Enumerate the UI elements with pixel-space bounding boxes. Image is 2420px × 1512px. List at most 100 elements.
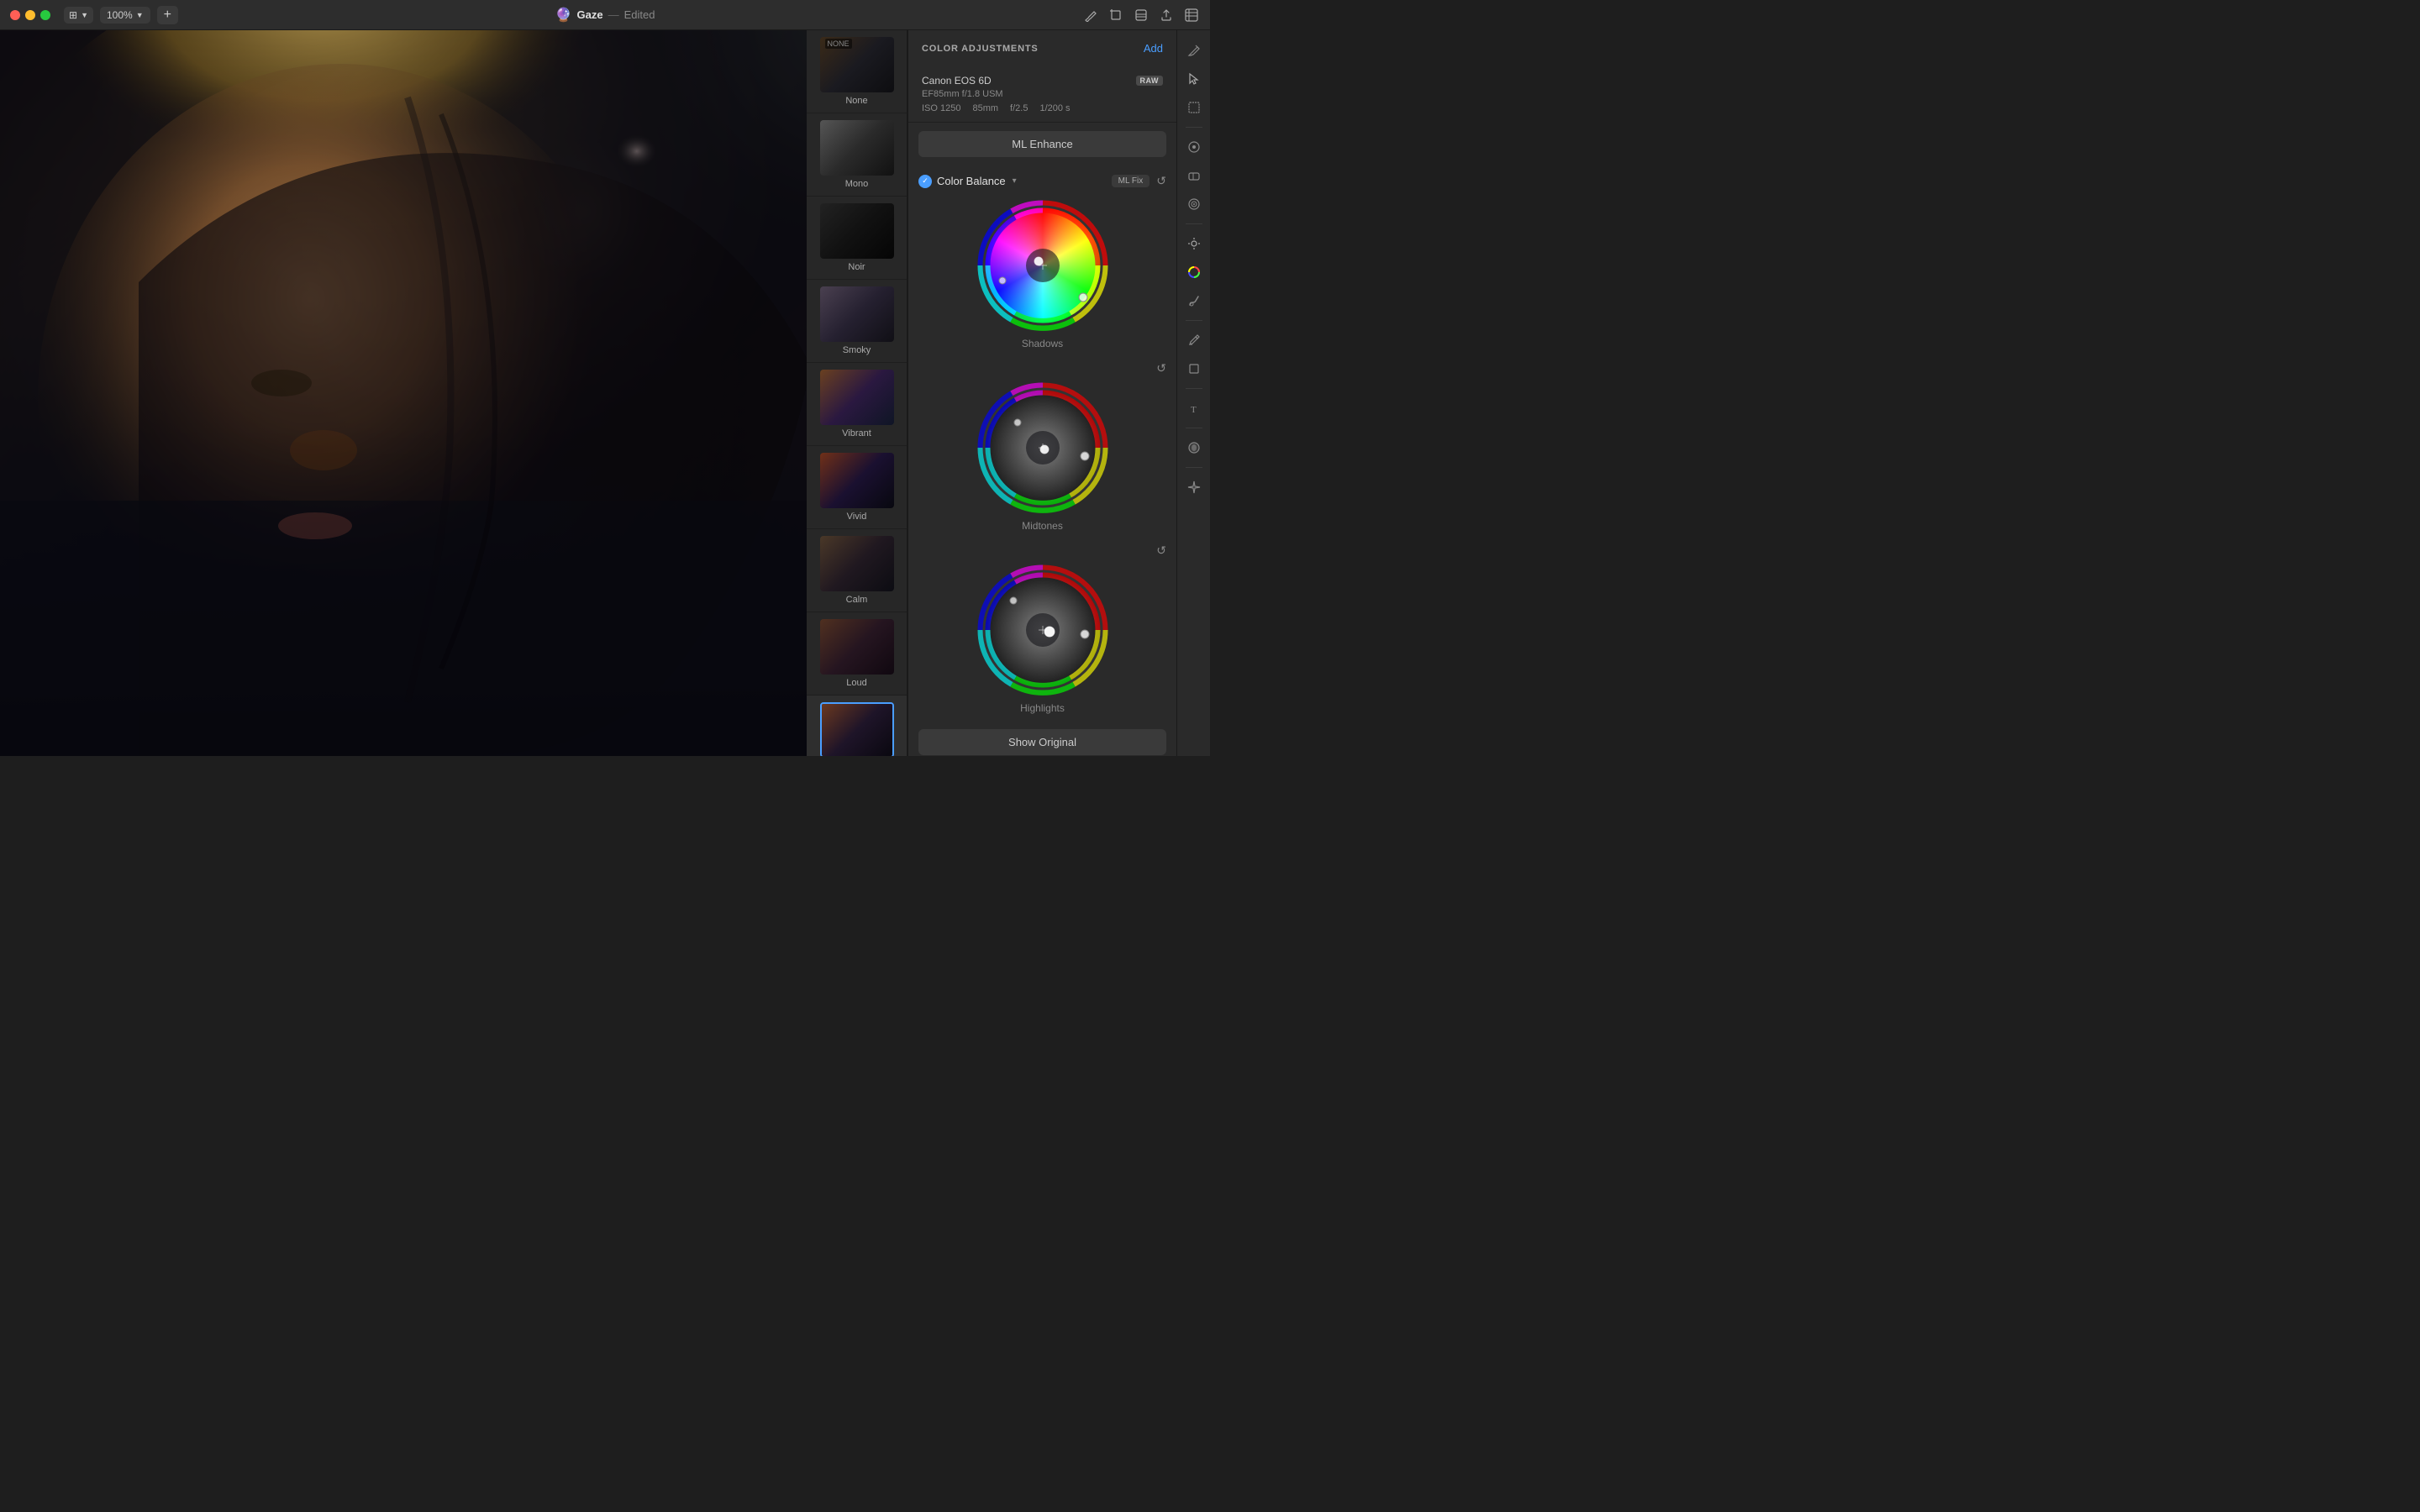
zoom-in-btn[interactable]: + xyxy=(157,6,178,24)
shadows-wheel-wrapper xyxy=(976,198,1110,333)
color-balance-reset-btn[interactable]: ↺ xyxy=(1156,174,1166,188)
ml-enhance-btn[interactable]: ML Enhance xyxy=(918,131,1166,157)
minimize-btn[interactable] xyxy=(25,10,35,20)
preset-loud[interactable]: Loud xyxy=(807,612,907,696)
preset-label-mono: Mono xyxy=(845,179,869,189)
panel-title: COLOR ADJUSTMENTS xyxy=(922,44,1038,54)
brightness-icon[interactable] xyxy=(1182,232,1206,255)
preset-label-smoky: Smoky xyxy=(843,345,871,355)
preset-label-vibrant: Vibrant xyxy=(842,428,871,438)
highlights-wheel-svg xyxy=(976,563,1110,697)
photo-area xyxy=(0,30,807,756)
mask-icon[interactable] xyxy=(1182,436,1206,459)
paint-brush-icon[interactable] xyxy=(1182,289,1206,312)
close-btn[interactable] xyxy=(10,10,20,20)
midtones-wheel-container: Midtones xyxy=(908,375,1176,540)
camera-settings: ISO 1250 85mm f/2.5 1/200 s xyxy=(922,103,1163,113)
photo-svg xyxy=(0,30,807,756)
view-toggle[interactable]: ⊞ ▼ xyxy=(64,7,93,24)
zoom-control[interactable]: 100% ▼ xyxy=(100,7,150,24)
titlebar: ⊞ ▼ 100% ▼ + 🔮 Gaze — Edited xyxy=(0,0,1210,30)
pencil-icon[interactable] xyxy=(1182,328,1206,352)
fullscreen-btn[interactable] xyxy=(40,10,50,20)
raw-badge: RAW xyxy=(1136,76,1164,86)
brush-icon[interactable] xyxy=(1082,7,1099,24)
midtones-wheel-svg xyxy=(976,381,1110,515)
preset-panel: NONE None Mono Noir Smoky xyxy=(807,30,908,756)
chevron-icon[interactable]: ▾ xyxy=(1013,176,1017,186)
main-layout: NONE None Mono Noir Smoky xyxy=(0,30,1176,756)
preset-thumb-none: NONE xyxy=(820,37,894,92)
highlights-reset-btn[interactable]: ↺ xyxy=(1156,543,1166,558)
preset-thumb-noir xyxy=(820,203,894,259)
preset-label-none: None xyxy=(845,96,867,106)
grid-icon: ⊞ xyxy=(69,9,77,21)
preset-label-vivid: Vivid xyxy=(847,512,867,522)
crop-icon[interactable] xyxy=(1107,7,1124,24)
pen-tool-icon[interactable] xyxy=(1182,39,1206,62)
sparkle-icon[interactable] xyxy=(1182,475,1206,499)
color-wheel-icon[interactable] xyxy=(1182,260,1206,284)
shadows-wheel-svg xyxy=(976,198,1110,333)
section-title-row: ✓ Color Balance ▾ xyxy=(918,175,1017,188)
app-name: Gaze xyxy=(576,8,602,21)
preset-thumb-smoky xyxy=(820,286,894,342)
shutter-speed: 1/200 s xyxy=(1039,103,1070,113)
preset-noir[interactable]: Noir xyxy=(807,197,907,280)
panel-header: COLOR ADJUSTMENTS Add xyxy=(908,30,1176,61)
toolbar-separator-4 xyxy=(1186,388,1202,389)
titlebar-right xyxy=(1082,7,1200,24)
selection-icon[interactable] xyxy=(1182,96,1206,119)
camera-model: Canon EOS 6D xyxy=(922,75,992,87)
color-balance-section: ✓ Color Balance ▾ ML Fix ↺ xyxy=(908,165,1176,722)
eraser-icon[interactable] xyxy=(1182,164,1206,187)
cursor-icon[interactable] xyxy=(1182,67,1206,91)
rectangle-icon[interactable] xyxy=(1182,357,1206,381)
preset-label-noir: Noir xyxy=(848,262,865,272)
edit-status: Edited xyxy=(624,8,655,21)
preset-none[interactable]: NONE None xyxy=(807,30,907,113)
settings-icon[interactable] xyxy=(1183,7,1200,24)
right-panel: COLOR ADJUSTMENTS Add xyxy=(908,30,1176,756)
chevron-down-icon: ▼ xyxy=(81,11,88,19)
color-balance-label: Color Balance xyxy=(937,175,1006,187)
preset-vivid[interactable]: Vivid xyxy=(807,446,907,529)
camera-lens: EF85mm f/1.8 USM xyxy=(922,89,1163,99)
preset-dramatic[interactable]: Dramatic xyxy=(807,696,907,756)
midtones-reset-btn[interactable]: ↺ xyxy=(1156,361,1166,375)
svg-text:T: T xyxy=(1191,405,1197,415)
preset-vibrant[interactable]: Vibrant xyxy=(807,363,907,446)
midtones-wheel-wrapper xyxy=(976,381,1110,515)
layers-icon[interactable] xyxy=(1133,7,1150,24)
titlebar-left: ⊞ ▼ 100% ▼ + xyxy=(10,6,178,24)
ml-fix-badge[interactable]: ML Fix xyxy=(1112,175,1150,187)
toolbar-separator-3 xyxy=(1186,320,1202,321)
focal-length: 85mm xyxy=(972,103,998,113)
title-separator: — xyxy=(608,8,619,21)
bottom-buttons: Show Original Reset Adjustments xyxy=(908,722,1176,756)
color-balance-check[interactable]: ✓ xyxy=(918,175,932,188)
preset-mono[interactable]: Mono xyxy=(807,113,907,197)
right-toolbar: T xyxy=(1176,30,1210,756)
chevron-down-icon: ▼ xyxy=(136,11,144,19)
iso-value: ISO 1250 xyxy=(922,103,960,113)
titlebar-center: 🔮 Gaze — Edited xyxy=(555,7,655,24)
export-icon[interactable] xyxy=(1158,7,1175,24)
text-icon[interactable]: T xyxy=(1182,396,1206,420)
aperture: f/2.5 xyxy=(1010,103,1028,113)
preset-smoky[interactable]: Smoky xyxy=(807,280,907,363)
shadows-wheel-container: Shadows xyxy=(908,193,1176,358)
add-adjustment-btn[interactable]: Add xyxy=(1144,42,1163,55)
preset-label-calm: Calm xyxy=(846,595,868,605)
preset-thumb-loud xyxy=(820,619,894,675)
toolbar-separator-2 xyxy=(1186,223,1202,224)
preset-thumb-calm xyxy=(820,536,894,591)
show-original-btn[interactable]: Show Original xyxy=(918,729,1166,755)
midtones-label: Midtones xyxy=(1022,520,1063,532)
photo-background xyxy=(0,30,807,756)
color-picker-icon[interactable] xyxy=(1182,135,1206,159)
shadows-label: Shadows xyxy=(1022,338,1063,349)
preset-calm[interactable]: Calm xyxy=(807,529,907,612)
healing-icon[interactable] xyxy=(1182,192,1206,216)
zoom-label: 100% xyxy=(107,9,133,21)
